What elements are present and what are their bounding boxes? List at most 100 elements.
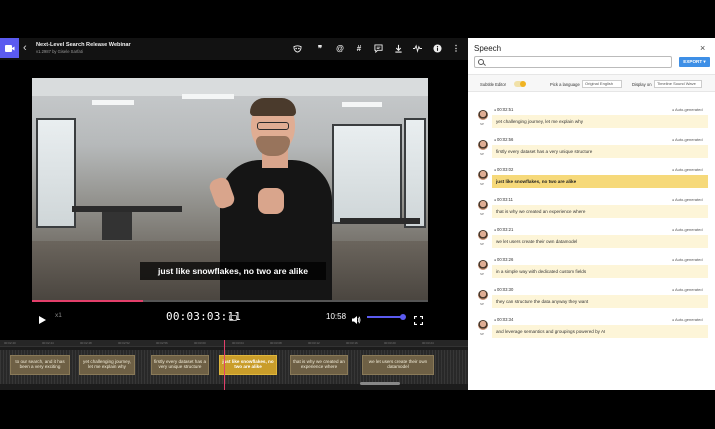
subtitle-segment[interactable]: that is why we created an experience whe… — [290, 355, 348, 375]
close-icon[interactable]: × — [700, 43, 705, 53]
timeline-tick: 00:02:48 — [80, 341, 92, 345]
volume-knob[interactable] — [400, 314, 407, 320]
auto-generated-badge: Auto-generated — [672, 257, 703, 262]
top-bar: ‹ Next-Level Search Release Webinar v1.2… — [0, 38, 468, 60]
auto-generated-badge: Auto-generated — [672, 227, 703, 232]
volume-slider[interactable] — [367, 314, 407, 320]
waveform-icon[interactable] — [412, 43, 422, 53]
speaker-initials: SP — [480, 152, 485, 156]
transcript-entry[interactable]: SP 00:03:21 Auto-generated we let users cre… — [468, 224, 715, 254]
video-frame[interactable]: just like snowflakes, no two are alike — [32, 78, 428, 301]
speaker-initials: SP — [480, 182, 485, 186]
timeline-tick: 00:03:04 — [232, 341, 244, 345]
entry-text[interactable]: yet challenging journey, let me explain … — [492, 115, 708, 128]
subtitle-segment[interactable]: yet challenging journey, let me explain … — [79, 355, 135, 375]
at-icon[interactable]: @ — [335, 43, 345, 53]
transcript-entry[interactable]: SP 00:03:34 Auto-generated and leverage sem… — [468, 314, 715, 344]
video-player: just like snowflakes, no two are alike x… — [0, 60, 468, 330]
entry-text[interactable]: we let users create their own datamodel — [492, 235, 708, 248]
hash-icon[interactable]: # — [354, 43, 364, 53]
auto-generated-badge: Auto-generated — [672, 197, 703, 202]
auto-generated-badge: Auto-generated — [672, 137, 703, 142]
comment-icon[interactable] — [373, 43, 383, 53]
panel-title: Speech — [474, 44, 502, 53]
timeline[interactable]: 00:02:40 00:02:44 00:02:48 00:02:52 00:02:56… — [0, 340, 468, 390]
avatar — [478, 320, 488, 330]
timeline-tick: 00:03:24 — [422, 341, 434, 345]
transcript-entry[interactable]: SP 00:02:51 Auto-generated yet challenging … — [468, 104, 715, 134]
entry-timestamp: 00:02:56 — [494, 137, 513, 142]
timeline-tick: 00:02:44 — [42, 341, 54, 345]
timeline-ruler: 00:02:40 00:02:44 00:02:48 00:02:52 00:02:56… — [0, 340, 468, 347]
language-select[interactable]: Original English — [582, 80, 622, 88]
subtitle-segment[interactable]: firstly every dataset has a very unique … — [151, 355, 209, 375]
display-label: Display on — [632, 82, 652, 87]
timeline-tick: 00:03:12 — [308, 341, 320, 345]
transcript-entry[interactable]: SP 00:03:11 Auto-generated that is why we c… — [468, 194, 715, 224]
page-subtitle: v1.2987 by Gisele Sarfati — [36, 49, 83, 54]
auto-generated-badge: Auto-generated — [672, 287, 703, 292]
entry-timestamp: 00:03:30 — [494, 287, 513, 292]
auto-generated-badge: Auto-generated — [672, 317, 703, 322]
quote-icon[interactable]: ❞ — [315, 43, 325, 53]
transcript-entry[interactable]: SP 00:03:26 Auto-generated in a simple way … — [468, 254, 715, 284]
export-button[interactable]: EXPORT ▾ — [679, 57, 710, 67]
entry-text[interactable]: they can structure the data anyway they … — [492, 295, 708, 308]
playhead[interactable] — [224, 340, 225, 390]
video-caption: just like snowflakes, no two are alike — [140, 262, 326, 280]
entry-text[interactable]: in a simple way with dedicated custom fi… — [492, 265, 708, 278]
timeline-tick: 00:03:20 — [384, 341, 396, 345]
transcript-entry[interactable]: SP 00:03:30 Auto-generated they can structu… — [468, 284, 715, 314]
avatar — [478, 230, 488, 240]
subtitle-segment[interactable]: just like snowflakes, no two are alike — [219, 355, 277, 375]
speaker-initials: SP — [480, 212, 485, 216]
search-input[interactable] — [474, 56, 672, 68]
play-button[interactable] — [37, 312, 47, 324]
playback-speed[interactable]: x1 — [55, 312, 62, 319]
entry-text[interactable]: firstly every dataset has a very unique … — [492, 145, 708, 158]
progress-fill — [32, 300, 143, 302]
info-icon[interactable] — [432, 43, 442, 53]
back-button[interactable]: ‹ — [23, 41, 27, 55]
speaker-initials: SP — [480, 332, 485, 336]
entry-timestamp: 00:03:26 — [494, 257, 513, 262]
avatar — [478, 200, 488, 210]
subtitle-editor-toggle[interactable] — [514, 81, 526, 87]
subtitle-segment[interactable]: we let users create their own datamodel — [362, 355, 434, 375]
volume-icon[interactable] — [351, 312, 361, 324]
progress-bar[interactable] — [32, 300, 428, 302]
entry-text[interactable]: that is why we created an experience whe… — [492, 205, 708, 218]
entry-timestamp: 00:03:21 — [494, 227, 513, 232]
mask-icon[interactable] — [292, 43, 302, 53]
transcript-entry[interactable]: SP 00:02:56 Auto-generated firstly every da… — [468, 134, 715, 164]
subtitle-segment[interactable]: to our search, and it has been a very ex… — [10, 355, 70, 375]
timeline-tick: 00:02:40 — [4, 341, 16, 345]
play-icon — [39, 316, 46, 324]
app-logo[interactable] — [0, 38, 19, 58]
timeline-tick: 00:03:00 — [194, 341, 206, 345]
language-label: Pick a language — [550, 82, 580, 87]
timeline-tick: 00:03:16 — [346, 341, 358, 345]
transcript-entry[interactable]: SP 00:03:02 Auto-generated just like snowfl… — [468, 164, 715, 194]
entry-text[interactable]: and leverage semantics and groupings pow… — [492, 325, 708, 338]
entry-text[interactable]: just like snowflakes, no two are alike — [492, 175, 708, 188]
avatar — [478, 140, 488, 150]
download-icon[interactable] — [393, 43, 403, 53]
display-select[interactable]: Timeline Sound Wave — [654, 80, 702, 88]
auto-generated-badge: Auto-generated — [672, 167, 703, 172]
speaker-initials: SP — [480, 242, 485, 246]
timeline-scrollbar[interactable] — [360, 382, 400, 385]
fullscreen-icon[interactable] — [413, 312, 424, 326]
frame-icon[interactable] — [229, 315, 237, 321]
timeline-tick: 00:02:56 — [156, 341, 168, 345]
speaker-initials: SP — [480, 122, 485, 126]
page-title: Next-Level Search Release Webinar — [36, 42, 131, 48]
timeline-tick: 00:03:08 — [270, 341, 282, 345]
camera-icon — [5, 44, 15, 52]
timeline-tick: 00:02:52 — [118, 341, 130, 345]
more-icon[interactable]: ⋮ — [451, 43, 461, 53]
avatar — [478, 260, 488, 270]
speaker-initials: SP — [480, 272, 485, 276]
speaker-initials: SP — [480, 302, 485, 306]
search-icon — [478, 59, 484, 65]
